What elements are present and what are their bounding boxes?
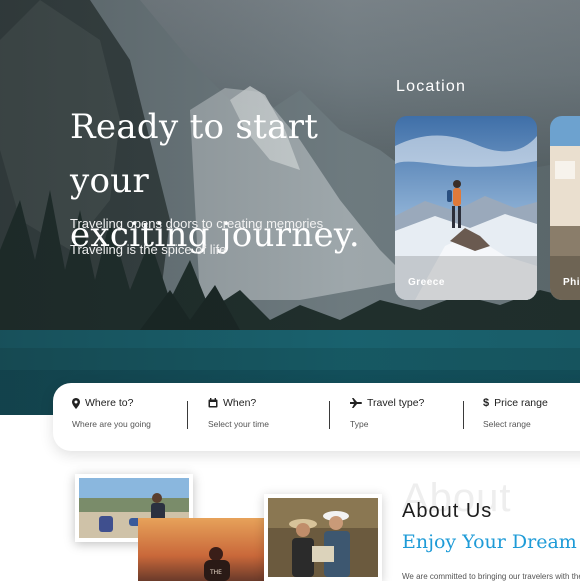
where-to-value: Where are you going: [72, 419, 151, 429]
svg-text:THE: THE: [209, 569, 222, 576]
location-heading: Location: [396, 78, 467, 95]
map-pin-icon: [72, 397, 80, 409]
location-card-label: Phi: [563, 277, 580, 288]
hero-subtitle-1: Traveling opens doors to creating memori…: [70, 216, 324, 231]
travel-type-field[interactable]: Travel type? Type: [350, 397, 424, 429]
price-range-label: Price range: [494, 397, 548, 409]
when-field[interactable]: When? Select your time: [208, 397, 269, 429]
when-label: When?: [223, 397, 257, 409]
location-card-label: Greece: [408, 277, 445, 288]
page: Ready to start your exciting journey. Tr…: [0, 0, 580, 581]
travel-type-value: Type: [350, 419, 369, 429]
about-subtitle: Enjoy Your Dream V: [402, 531, 580, 553]
calendar-icon: [208, 398, 218, 408]
airplane-icon: [350, 398, 362, 408]
search-divider: [463, 401, 464, 429]
about-photo-travelers: [264, 494, 382, 581]
travel-type-label: Travel type?: [367, 397, 425, 409]
dollar-icon: $: [483, 397, 490, 409]
about-title: About Us: [402, 500, 493, 522]
search-divider: [329, 401, 330, 429]
about-photo-sunset: THE: [138, 518, 266, 581]
price-range-value: Select range: [483, 419, 531, 429]
search-bar: Where to? Where are you going When? Sele…: [53, 383, 580, 451]
hero-title: Ready to start your exciting journey.: [70, 100, 390, 262]
hero-title-line1: Ready to start your: [70, 107, 319, 201]
where-to-field[interactable]: Where to? Where are you going: [72, 397, 151, 429]
when-value: Select your time: [208, 419, 269, 429]
hero-subtitle-2: Traveling is the spice of life: [70, 242, 227, 257]
where-to-label: Where to?: [85, 397, 134, 409]
hero-section: Ready to start your exciting journey. Tr…: [0, 0, 580, 415]
price-range-field[interactable]: $ Price range Select range: [483, 397, 548, 429]
phi-photo: [550, 116, 580, 300]
location-card-phi[interactable]: Phi: [550, 116, 580, 300]
location-card-greece[interactable]: Greece: [395, 116, 537, 300]
greece-photo: [395, 116, 537, 300]
about-text: We are committed to bringing our travele…: [402, 572, 580, 581]
search-divider: [187, 401, 188, 429]
